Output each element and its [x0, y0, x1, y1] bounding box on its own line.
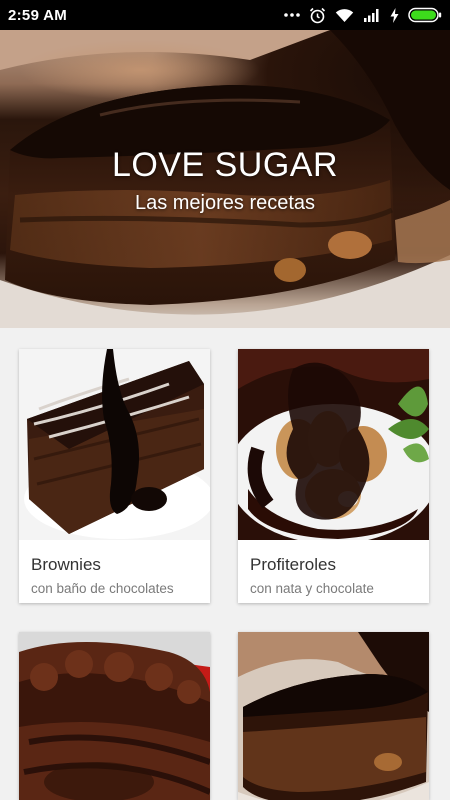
alarm-icon [309, 7, 326, 24]
recipe-title: Brownies [31, 555, 101, 574]
recipe-title: Profiteroles [250, 555, 336, 574]
recipe-card-chocolate-roll[interactable] [19, 632, 210, 800]
recipe-subtitle: con nata y chocolate [250, 581, 374, 596]
hero-banner: LOVE SUGAR Las mejores recetas [0, 30, 450, 328]
brownies-image [19, 349, 210, 540]
more-dots-icon [284, 12, 300, 18]
profiteroles-image [238, 349, 429, 540]
recipe-card-chocolate-cake[interactable] [238, 632, 429, 800]
signal-icon [363, 8, 381, 22]
status-time: 2:59 AM [8, 6, 68, 24]
battery-icon [408, 7, 442, 23]
status-icons [284, 7, 442, 24]
chocolate-cake-image [238, 632, 429, 800]
wifi-icon [335, 8, 354, 23]
chocolate-roll-image [19, 632, 210, 800]
recipe-subtitle: con baño de chocolates [31, 581, 174, 596]
recipe-card-profiteroles[interactable]: Profiteroles con nata y chocolate [238, 349, 429, 603]
charging-icon [390, 7, 399, 23]
recipe-card-brownies[interactable]: Brownies con baño de chocolates [19, 349, 210, 603]
status-bar: 2:59 AM [0, 0, 450, 30]
hero-cake-image [0, 30, 450, 328]
